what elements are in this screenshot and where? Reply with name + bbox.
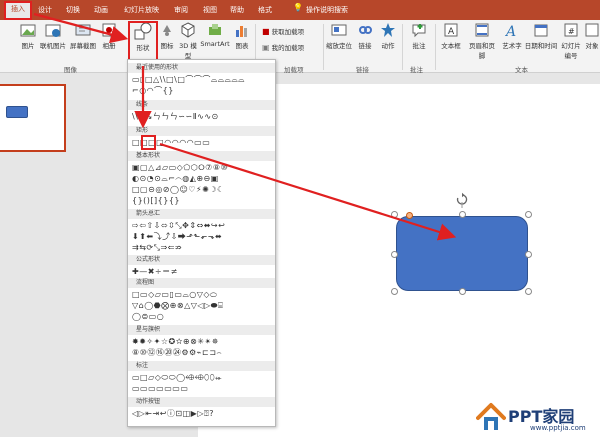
watermark-logo: PPT家园 www.pptjia.com (476, 402, 600, 437)
arrow-tab-to-shapes (33, 12, 129, 44)
annotation-arrows (33, 12, 457, 241)
house-logo-icon (476, 403, 506, 430)
arrow-option-to-shape (159, 142, 457, 241)
watermark-url: www.pptjia.com (530, 424, 586, 432)
